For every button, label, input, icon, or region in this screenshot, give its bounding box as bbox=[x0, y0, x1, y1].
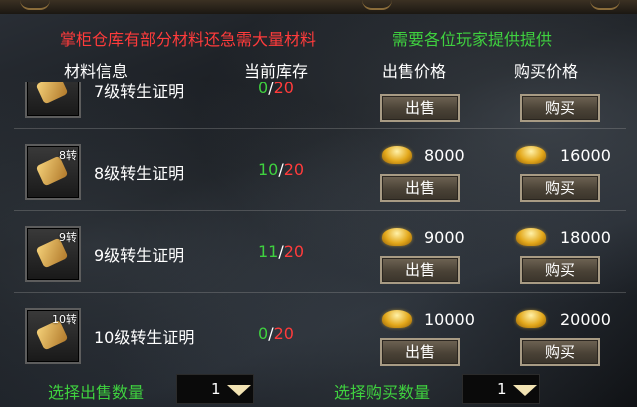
material-row: 9转 9级转生证明 11/20 9000 18000 出售 购买 bbox=[14, 210, 626, 293]
material-list[interactable]: 7转 7级转生证明 0/20 出售 购买 8转 8级转生证明 10/20 800… bbox=[14, 82, 626, 372]
gold-ingot-icon bbox=[516, 146, 546, 164]
chevron-down-icon[interactable] bbox=[513, 385, 537, 396]
stock-count: 0/20 bbox=[258, 324, 294, 343]
chevron-down-icon[interactable] bbox=[227, 385, 251, 396]
stock-current: 0 bbox=[258, 82, 269, 97]
header-buy-price: 购买价格 bbox=[514, 62, 579, 81]
buy-quantity-label: 选择购买数量 bbox=[334, 383, 431, 402]
buy-button[interactable]: 购买 bbox=[520, 338, 600, 366]
item-name: 10级转生证明 bbox=[94, 328, 195, 347]
stock-max: 20 bbox=[273, 324, 294, 343]
buy-quantity-select[interactable]: 1 bbox=[462, 374, 540, 404]
gold-ingot-icon bbox=[516, 228, 546, 246]
buy-price: 20000 bbox=[560, 310, 611, 329]
stock-max: 20 bbox=[273, 82, 294, 97]
sell-quantity-select[interactable]: 1 bbox=[176, 374, 254, 404]
rebirth-tag: 10转 bbox=[52, 313, 77, 326]
stock-count: 10/20 bbox=[258, 160, 304, 179]
sell-button[interactable]: 出售 bbox=[380, 94, 460, 122]
stock-current: 11 bbox=[258, 242, 279, 261]
scroll-icon: 8转 bbox=[25, 144, 81, 200]
stock-count: 0/20 bbox=[258, 82, 294, 97]
sell-quantity-label: 选择出售数量 bbox=[48, 383, 145, 402]
buy-button[interactable]: 购买 bbox=[520, 94, 600, 122]
material-row: 8转 8级转生证明 10/20 8000 16000 出售 购买 bbox=[14, 128, 626, 211]
sell-price: 9000 bbox=[424, 228, 465, 247]
rebirth-tag: 8转 bbox=[59, 149, 77, 162]
notice-request: 需要各位玩家提供提供 bbox=[392, 30, 553, 49]
header-stock: 当前库存 bbox=[244, 62, 309, 81]
stock-max: 20 bbox=[283, 242, 305, 261]
header-sell-price: 出售价格 bbox=[382, 62, 447, 81]
sell-quantity-value: 1 bbox=[211, 380, 221, 398]
sell-button[interactable]: 出售 bbox=[380, 338, 460, 366]
frame-ornament bbox=[20, 0, 50, 10]
window-top-frame bbox=[0, 0, 637, 14]
sell-price: 10000 bbox=[424, 310, 475, 329]
gold-ingot-icon bbox=[516, 310, 546, 328]
stock-max: 20 bbox=[283, 160, 305, 179]
notice-shortage: 掌柜仓库有部分材料还急需大量材料 bbox=[60, 30, 317, 49]
stock-current: 0 bbox=[258, 324, 269, 343]
scroll-icon: 9转 bbox=[25, 226, 81, 282]
scroll-image bbox=[35, 82, 69, 105]
sell-button[interactable]: 出售 bbox=[380, 174, 460, 202]
buy-price: 18000 bbox=[560, 228, 611, 247]
buy-price: 16000 bbox=[560, 146, 611, 165]
material-row: 7转 7级转生证明 0/20 出售 购买 bbox=[14, 82, 626, 129]
material-row: 10转 10级转生证明 0/20 10000 20000 出售 购买 bbox=[14, 292, 626, 372]
buy-button[interactable]: 购买 bbox=[520, 174, 600, 202]
frame-ornament bbox=[590, 0, 620, 10]
scroll-icon: 7转 bbox=[25, 82, 81, 118]
frame-ornament bbox=[362, 0, 392, 10]
stock-current: 10 bbox=[258, 160, 279, 179]
item-name: 7级转生证明 bbox=[94, 82, 185, 101]
sell-button[interactable]: 出售 bbox=[380, 256, 460, 284]
gold-ingot-icon bbox=[382, 146, 412, 164]
sell-price: 8000 bbox=[424, 146, 465, 165]
header-material: 材料信息 bbox=[64, 62, 129, 81]
stock-count: 11/20 bbox=[258, 242, 304, 261]
scroll-icon: 10转 bbox=[25, 308, 81, 364]
gold-ingot-icon bbox=[382, 228, 412, 246]
item-name: 8级转生证明 bbox=[94, 164, 185, 183]
gold-ingot-icon bbox=[382, 310, 412, 328]
item-name: 9级转生证明 bbox=[94, 246, 185, 265]
buy-quantity-value: 1 bbox=[497, 380, 507, 398]
buy-button[interactable]: 购买 bbox=[520, 256, 600, 284]
rebirth-tag: 9转 bbox=[59, 231, 77, 244]
